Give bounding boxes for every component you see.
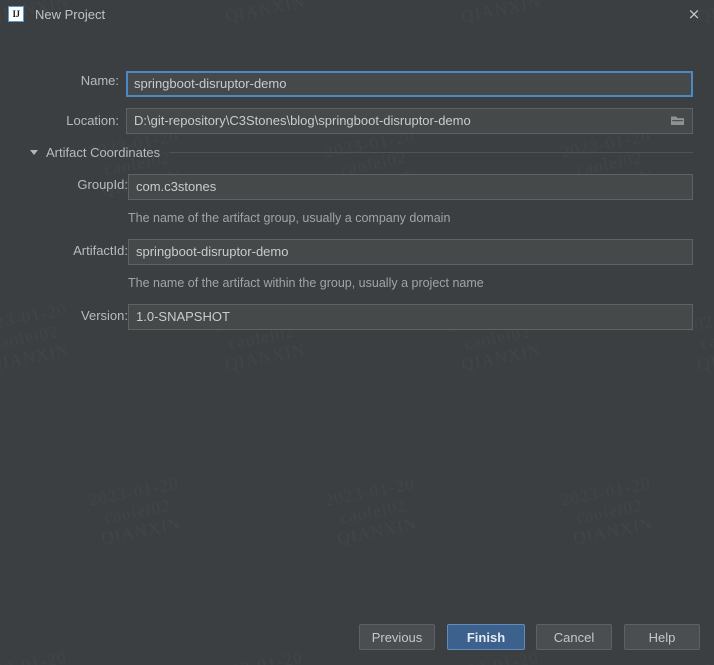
folder-icon[interactable]	[662, 109, 692, 133]
artifact-coordinates-label: Artifact Coordinates	[46, 145, 161, 160]
artifactid-hint: The name of the artifact within the grou…	[128, 276, 484, 290]
name-input[interactable]: springboot-disruptor-demo	[126, 71, 693, 97]
name-label: Name:	[80, 73, 119, 88]
watermark-text: 2023-01-20caolei02QIANXIN	[87, 474, 188, 550]
groupid-input[interactable]: com.c3stones	[128, 174, 693, 200]
dialog-footer: Previous Finish Cancel Help	[0, 617, 714, 665]
name-row: Name:	[24, 73, 119, 88]
artifact-coordinates-section-header[interactable]: Artifact Coordinates	[30, 145, 693, 160]
watermark-text: 2023-01-20caolei02QIANXIN	[559, 474, 660, 550]
groupid-label: GroupId:	[77, 177, 128, 192]
help-button[interactable]: Help	[624, 624, 700, 650]
section-divider	[169, 152, 693, 153]
close-icon[interactable]: ×	[674, 0, 714, 28]
version-row: Version:	[24, 308, 128, 323]
location-input[interactable]: D:\git-repository\C3Stones\blog\springbo…	[127, 109, 662, 133]
chevron-down-icon	[30, 150, 38, 155]
cancel-button[interactable]: Cancel	[536, 624, 612, 650]
intellij-idea-icon: IJ	[8, 6, 24, 22]
groupid-hint: The name of the artifact group, usually …	[128, 211, 451, 225]
location-input-wrapper[interactable]: D:\git-repository\C3Stones\blog\springbo…	[126, 108, 693, 134]
location-label: Location:	[66, 113, 119, 128]
artifactid-row: ArtifactId:	[24, 243, 128, 258]
version-label: Version:	[81, 308, 128, 323]
title-bar: IJ New Project ×	[0, 0, 714, 28]
finish-button[interactable]: Finish	[447, 624, 525, 650]
previous-button[interactable]: Previous	[359, 624, 435, 650]
version-input[interactable]: 1.0-SNAPSHOT	[128, 304, 693, 330]
location-row: Location:	[24, 113, 119, 128]
watermark-text: 2023-01-20caolei02QIANXIN	[323, 474, 424, 550]
watermark-overlay: 2023-01-20caolei02QIANXIN 2023-01-20caole…	[0, 0, 714, 665]
artifactid-input[interactable]: springboot-disruptor-demo	[128, 239, 693, 265]
artifactid-label: ArtifactId:	[73, 243, 128, 258]
window-title: New Project	[35, 6, 106, 22]
groupid-row: GroupId:	[24, 177, 128, 192]
